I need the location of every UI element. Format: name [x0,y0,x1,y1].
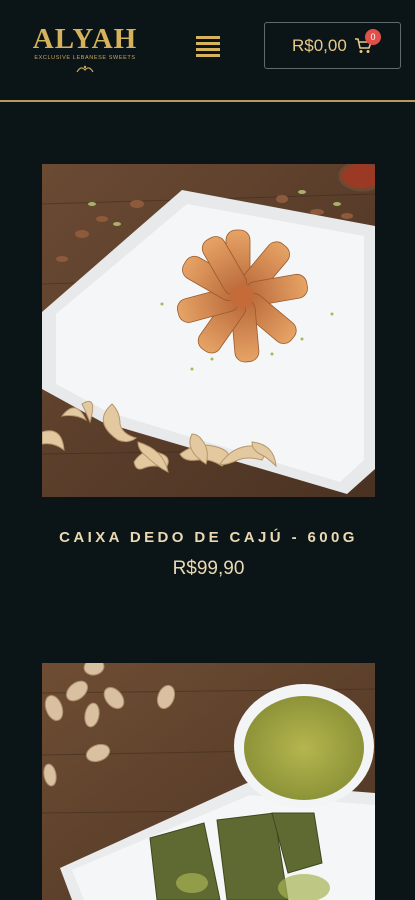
logo-wordmark: ALYAH [32,23,138,55]
cart-total: R$0,00 [292,36,347,55]
product-image[interactable] [42,164,375,497]
product-card[interactable] [42,663,375,900]
site-header: ALYAH EXCLUSIVE LEBANESE SWEETS R$0,00 0 [0,0,415,102]
logo-emblem-icon [76,65,94,73]
cart-count-badge: 0 [365,29,381,45]
product-card[interactable]: CAIXA DEDO DE CAJÚ - 600G R$99,90 [42,164,375,580]
product-price: R$99,90 [172,558,245,579]
hamburger-menu-icon[interactable] [196,36,220,60]
cart-button[interactable]: R$0,00 0 [264,22,401,69]
site-logo[interactable]: ALYAH EXCLUSIVE LEBANESE SWEETS [28,24,142,80]
product-name[interactable]: CAIXA DEDO DE CAJÚ - 600G [42,529,375,546]
logo-tagline: EXCLUSIVE LEBANESE SWEETS [34,55,136,61]
product-image[interactable] [42,663,375,900]
